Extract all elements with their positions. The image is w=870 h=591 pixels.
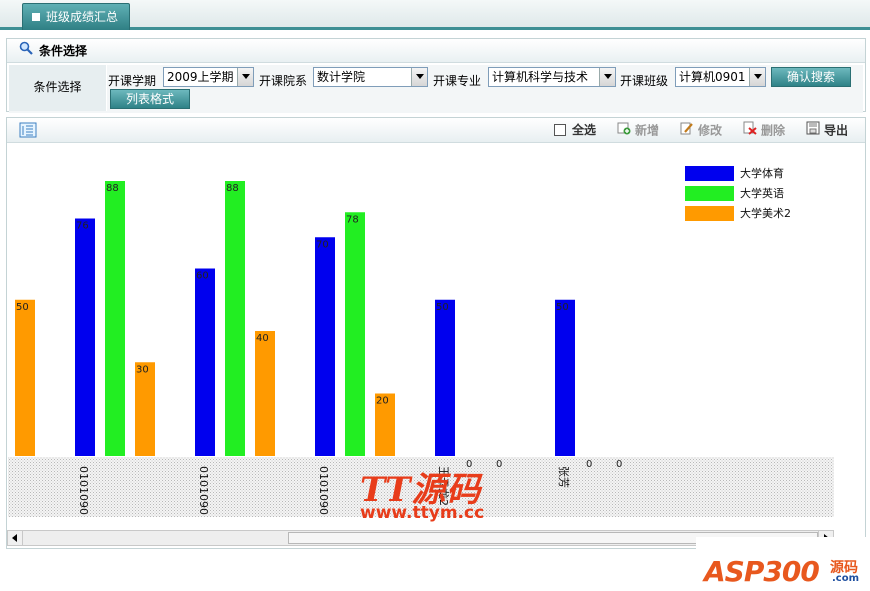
legend-label: 大学美术2 xyxy=(740,206,791,220)
chart-bar xyxy=(195,268,215,456)
legend-label: 大学英语 xyxy=(740,186,784,200)
chart-bar xyxy=(75,218,95,456)
bar-value-label: 88 xyxy=(106,183,119,194)
chart-bar xyxy=(15,299,35,456)
chart-bar xyxy=(555,299,575,456)
bar-value-label: 88 xyxy=(226,183,239,194)
category-tick-label: 0101090 xyxy=(317,466,330,515)
bar-value-label: 0 xyxy=(586,459,592,470)
bar-value-label: 40 xyxy=(256,333,269,344)
bar-value-label: 70 xyxy=(316,239,329,250)
asp300-logo-text: ASP300 xyxy=(704,555,820,588)
scroll-left-arrow-icon[interactable] xyxy=(8,531,23,545)
chart-bar xyxy=(435,299,455,456)
bar-value-label: 60 xyxy=(196,271,209,282)
chart-bar xyxy=(105,181,125,456)
bar-value-label: 50 xyxy=(16,302,29,313)
asp300-watermark: ASP300 源码 .com xyxy=(696,537,870,591)
tt-watermark-url: www.ttym.cc xyxy=(360,503,485,523)
bar-value-label: 78 xyxy=(346,214,359,225)
bar-value-label: 0 xyxy=(496,459,502,470)
chart-bar xyxy=(225,181,245,456)
asp300-domain: .com xyxy=(832,573,860,584)
category-tick-label: 0101090 xyxy=(77,466,90,515)
bar-value-label: 50 xyxy=(556,302,569,313)
legend-swatch xyxy=(685,166,734,181)
category-tick-label: 张芳 xyxy=(557,466,571,488)
category-tick-label: 0101090 xyxy=(197,466,210,515)
bar-value-label: 76 xyxy=(76,221,89,232)
bar-value-label: 50 xyxy=(436,302,449,313)
bar-value-label: 30 xyxy=(136,364,149,375)
chart-bar xyxy=(345,212,365,456)
legend-swatch xyxy=(685,186,734,201)
chart-bar xyxy=(135,362,155,456)
bar-value-label: 20 xyxy=(376,396,389,407)
bar-value-label: 0 xyxy=(616,459,622,470)
legend-swatch xyxy=(685,206,734,221)
legend-label: 大学体育 xyxy=(740,166,784,180)
chart-bar xyxy=(255,331,275,456)
chart-bar xyxy=(315,237,335,456)
